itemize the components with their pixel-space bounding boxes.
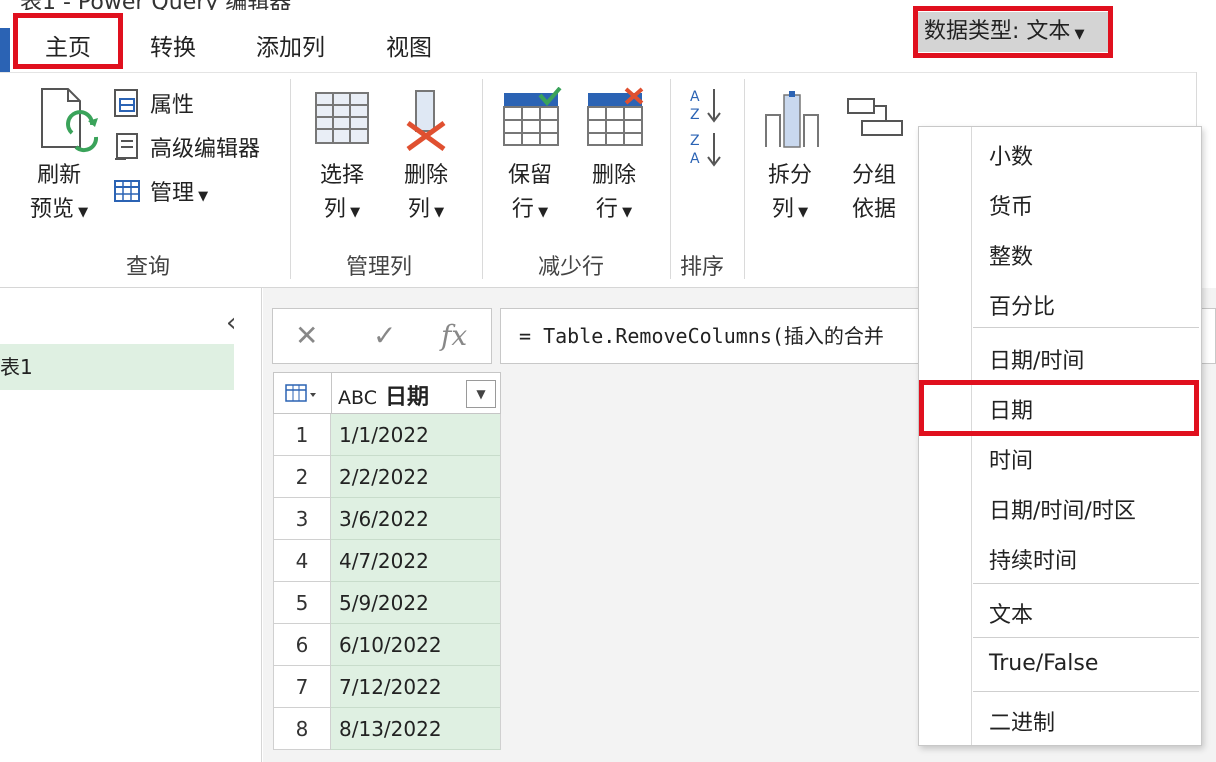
table-row[interactable]: 8 8/13/2022 <box>273 708 501 750</box>
sort-descending-icon[interactable]: Z A <box>688 129 724 169</box>
remove-columns-icon <box>406 90 446 151</box>
row-number[interactable]: 8 <box>273 708 331 750</box>
menu-separator <box>973 691 1199 692</box>
menu-item[interactable]: 持续时间 <box>989 543 1077 575</box>
date-cell[interactable]: 3/6/2022 <box>331 498 501 540</box>
svg-text:Z: Z <box>690 107 700 123</box>
table-row[interactable]: 4 4/7/2022 <box>273 540 501 582</box>
table-row[interactable]: 5 5/9/2022 <box>273 582 501 624</box>
menu-gutter <box>971 127 972 745</box>
remove-columns-button[interactable]: 删除 列 ▼ <box>398 159 454 230</box>
queries-pane: ‹ 表1 <box>0 288 262 762</box>
menu-separator <box>973 583 1199 584</box>
menu-item[interactable]: 货币 <box>989 189 1033 221</box>
menu-item[interactable]: 时间 <box>989 443 1033 475</box>
table-row[interactable]: 2 2/2/2022 <box>273 456 501 498</box>
svg-text:A: A <box>690 151 700 167</box>
refresh-preview-icon <box>41 88 99 153</box>
manage-button[interactable]: 管理 ▼ <box>150 175 208 207</box>
advanced-editor-button[interactable]: 高级编辑器 <box>150 131 260 163</box>
manage-icon <box>114 180 140 202</box>
menu-item[interactable]: 整数 <box>989 239 1033 271</box>
split-column-button[interactable]: 拆分 列 ▼ <box>762 159 818 230</box>
split-column-icon <box>765 91 819 148</box>
menu-item[interactable]: 日期/时间 <box>989 343 1084 375</box>
data-type-menu: 小数 货币 整数 百分比 日期/时间 日期 时间 日期/时间/时区 持续时间 文本 True/Fal… <box>918 126 1202 746</box>
date-cell[interactable]: 8/13/2022 <box>331 708 501 750</box>
row-number[interactable]: 6 <box>273 624 331 666</box>
date-cell[interactable]: 5/9/2022 <box>331 582 501 624</box>
row-number[interactable]: 3 <box>273 498 331 540</box>
date-cell[interactable]: 6/10/2022 <box>331 624 501 666</box>
properties-icon <box>114 89 138 117</box>
tab-add-column[interactable]: 添加列 <box>256 28 325 62</box>
table-row[interactable]: 7 7/12/2022 <box>273 666 501 708</box>
date-cell[interactable]: 7/12/2022 <box>331 666 501 708</box>
group-divider <box>290 79 291 279</box>
column-header[interactable]: ABC 日期 <box>338 379 429 411</box>
group-label-query: 查询 <box>126 255 171 280</box>
menu-item[interactable]: 百分比 <box>989 289 1055 321</box>
properties-button[interactable]: 属性 <box>150 87 194 119</box>
table-row[interactable]: 1 1/1/2022 <box>273 414 501 456</box>
group-divider <box>482 79 483 279</box>
selected-type-highlight <box>919 380 1199 436</box>
window-title: 表1 - Power Query 编辑器 <box>20 0 291 10</box>
row-number[interactable]: 5 <box>273 582 331 624</box>
group-divider <box>670 79 671 279</box>
group-by-icon <box>847 98 903 136</box>
menu-separator <box>973 327 1199 328</box>
remove-rows-icon <box>587 87 644 146</box>
choose-columns-icon <box>315 92 369 144</box>
menu-item[interactable]: 文本 <box>989 597 1033 629</box>
keep-rows-icon <box>503 87 562 146</box>
row-number[interactable]: 2 <box>273 456 331 498</box>
formula-controls: ✕ ✓ fx <box>272 308 492 364</box>
refresh-preview-button[interactable]: 刷新 预览 ▼ <box>30 159 88 230</box>
date-cell[interactable]: 4/7/2022 <box>331 540 501 582</box>
cancel-icon[interactable]: ✕ <box>295 319 318 352</box>
menu-item[interactable]: True/False <box>989 651 1098 676</box>
menu-item[interactable]: 二进制 <box>989 705 1055 737</box>
menu-item[interactable]: 日期/时间/时区 <box>989 493 1136 525</box>
tab-home-highlight <box>13 13 123 69</box>
table-menu-icon[interactable] <box>274 373 332 413</box>
row-number[interactable]: 1 <box>273 414 331 456</box>
group-divider <box>744 79 745 279</box>
date-cell[interactable]: 2/2/2022 <box>331 456 501 498</box>
fx-icon[interactable]: fx <box>441 319 467 352</box>
table-row[interactable]: 3 3/6/2022 <box>273 498 501 540</box>
group-label-manage-columns: 管理列 <box>346 255 413 280</box>
collapse-pane-icon[interactable]: ‹ <box>226 308 236 338</box>
data-type-dropdown[interactable]: 数据类型: 文本 ▼ <box>918 12 1108 52</box>
table-row[interactable]: 6 6/10/2022 <box>273 624 501 666</box>
column-filter-button[interactable]: ▼ <box>466 380 496 408</box>
remove-rows-button[interactable]: 删除 行 ▼ <box>586 159 642 230</box>
grid-header: ABC 日期 ▼ <box>273 372 501 414</box>
row-number[interactable]: 4 <box>273 540 331 582</box>
sort-ascending-icon[interactable]: A Z <box>688 85 724 125</box>
svg-text:A: A <box>690 89 700 105</box>
date-cell[interactable]: 1/1/2022 <box>331 414 501 456</box>
file-tab-edge[interactable] <box>0 28 10 78</box>
confirm-icon[interactable]: ✓ <box>373 319 396 352</box>
menu-item[interactable]: 小数 <box>989 139 1033 171</box>
advanced-editor-icon <box>115 133 138 160</box>
tab-view[interactable]: 视图 <box>386 28 432 62</box>
group-label-sort: 排序 <box>680 255 725 280</box>
text-type-icon[interactable]: ABC <box>338 387 377 409</box>
svg-text:Z: Z <box>690 133 700 149</box>
choose-columns-button[interactable]: 选择 列 ▼ <box>314 159 370 230</box>
tab-transform[interactable]: 转换 <box>150 28 196 62</box>
query-list-item[interactable]: 表1 <box>0 344 234 390</box>
menu-separator <box>973 637 1199 638</box>
group-by-button[interactable]: 分组 依据 <box>846 159 902 227</box>
row-number[interactable]: 7 <box>273 666 331 708</box>
keep-rows-button[interactable]: 保留 行 ▼ <box>502 159 558 230</box>
group-label-reduce-rows: 减少行 <box>538 255 605 280</box>
